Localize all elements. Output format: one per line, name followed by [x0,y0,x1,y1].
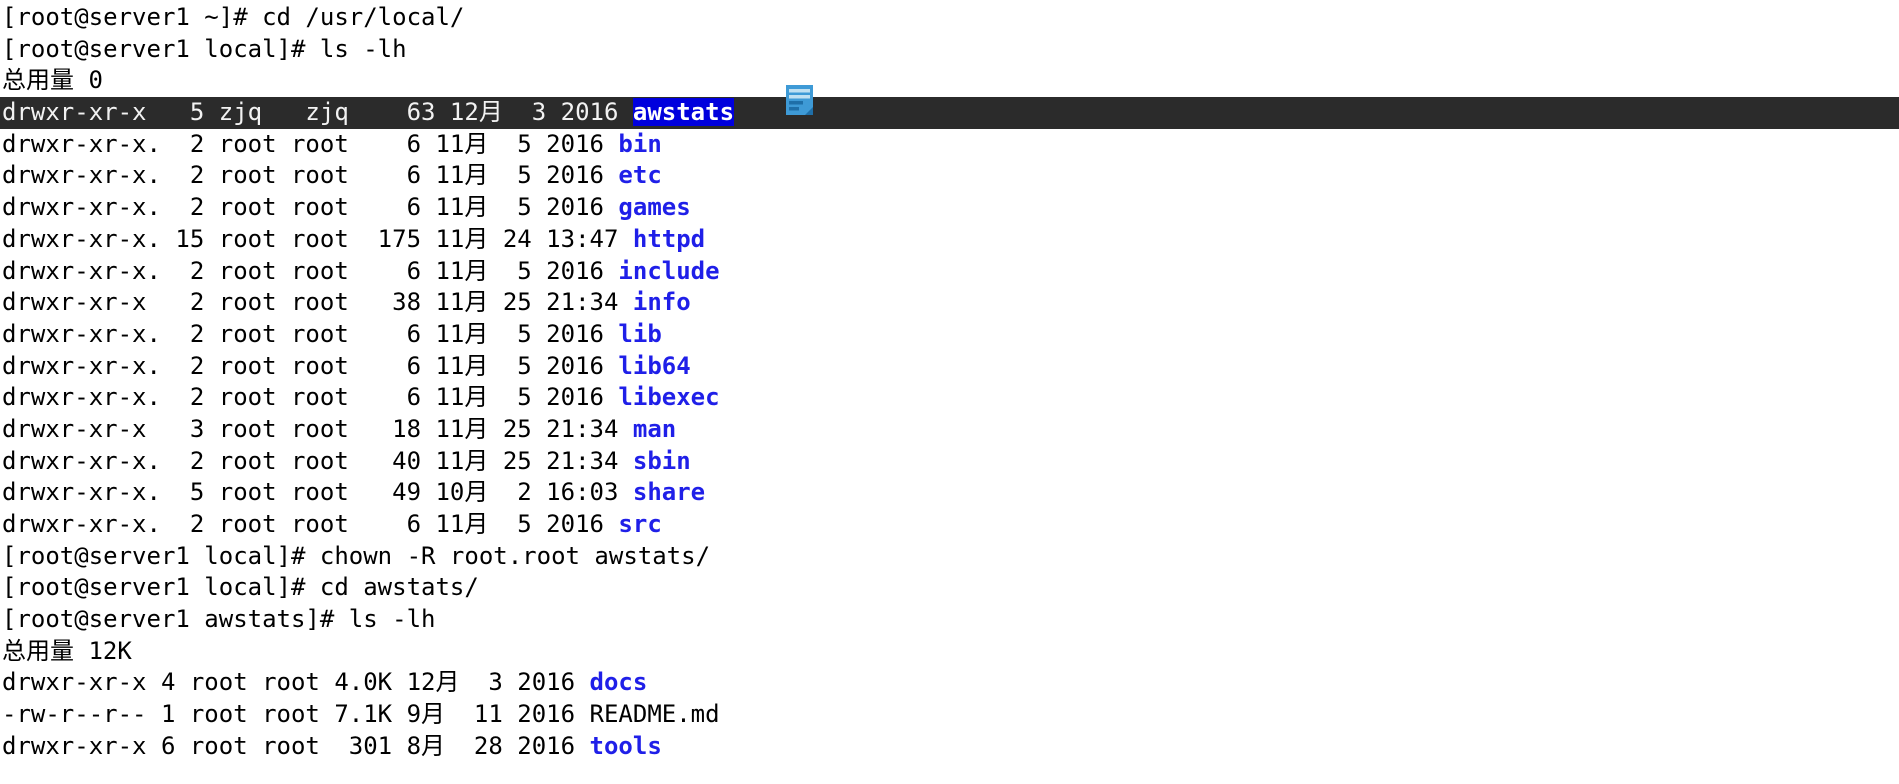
file-listing-row[interactable]: drwxr-xr-x. 2 root root 6 11月 5 2016 lib… [0,351,1899,383]
terminal-prompt-line: [root@server1 awstats]# ls -lh [0,604,1899,636]
file-listing-row[interactable]: drwxr-xr-x. 2 root root 6 11月 5 2016 inc… [0,256,1899,288]
file-name[interactable]: include [618,257,719,285]
file-metadata: drwxr-xr-x 5 zjq zjq 63 12月 3 2016 [2,98,633,127]
file-name[interactable]: games [618,193,690,221]
file-listing-row[interactable]: drwxr-xr-x 6 root root 301 8月 28 2016 to… [0,731,1899,763]
prompt-text: [root@server1 awstats]# ls -lh [2,605,436,634]
file-name[interactable]: share [633,478,705,506]
file-name[interactable]: bin [618,130,661,158]
file-metadata: drwxr-xr-x. 2 root root 6 11月 5 2016 [2,256,619,285]
file-name[interactable]: README.md [590,700,720,728]
file-metadata: drwxr-xr-x. 2 root root 6 11月 5 2016 [2,161,619,190]
file-listing-row[interactable]: drwxr-xr-x 4 root root 4.0K 12月 3 2016 d… [0,667,1899,699]
file-listing-row-selected[interactable]: drwxr-xr-x 5 zjq zjq 63 12月 3 2016 awsta… [0,97,1899,129]
prompt-text: [root@server1 local]# chown -R root.root… [2,541,711,570]
prompt-text: [root@server1 local]# ls -lh [2,34,407,63]
terminal-prompt-line: [root@server1 local]# ls -lh [0,34,1899,66]
file-listing-row[interactable]: drwxr-xr-x 2 root root 38 11月 25 21:34 i… [0,287,1899,319]
terminal-prompt-line: [root@server1 local]# cd awstats/ [0,572,1899,604]
file-name[interactable]: info [633,288,691,316]
file-name[interactable]: src [618,510,661,538]
file-name[interactable]: docs [590,668,648,696]
output-text: 总用量 12K [2,636,132,665]
file-listing-row[interactable]: drwxr-xr-x. 2 root root 6 11月 5 2016 src [0,509,1899,541]
file-metadata: drwxr-xr-x. 2 root root 6 11月 5 2016 [2,319,619,348]
file-metadata: -rw-r--r-- 1 root root 7.1K 9月 11 2016 [2,700,590,729]
file-metadata: drwxr-xr-x 6 root root 301 8月 28 2016 [2,731,590,760]
file-name[interactable]: tools [590,732,662,760]
file-listing-row[interactable]: drwxr-xr-x. 2 root root 6 11月 5 2016 bin [0,129,1899,161]
file-metadata: drwxr-xr-x. 2 root root 6 11月 5 2016 [2,129,619,158]
file-name[interactable]: man [633,415,676,443]
terminal-screen[interactable]: [root@server1 ~]# cd /usr/local/ [root@se… [0,0,1899,784]
file-metadata: drwxr-xr-x 4 root root 4.0K 12月 3 2016 [2,668,590,697]
file-listing-row[interactable]: drwxr-xr-x. 2 root root 6 11月 5 2016 etc [0,160,1899,192]
file-metadata: drwxr-xr-x. 2 root root 6 11月 5 2016 [2,193,619,222]
prompt-text: [root@server1 local]# cd awstats/ [2,573,479,602]
file-metadata: drwxr-xr-x. 2 root root 40 11月 25 21:34 [2,446,633,475]
file-name[interactable]: httpd [633,225,705,253]
file-name[interactable]: lib64 [618,352,690,380]
file-metadata: drwxr-xr-x. 2 root root 6 11月 5 2016 [2,383,619,412]
file-metadata: drwxr-xr-x. 2 root root 6 11月 5 2016 [2,351,619,380]
file-name[interactable]: lib [618,320,661,348]
file-listing-row[interactable]: drwxr-xr-x. 2 root root 6 11月 5 2016 lib [0,319,1899,351]
file-name-highlighted[interactable]: awstats [632,98,735,127]
file-metadata: drwxr-xr-x 2 root root 38 11月 25 21:34 [2,288,633,317]
file-listing-row[interactable]: drwxr-xr-x. 15 root root 175 11月 24 13:4… [0,224,1899,256]
terminal-output-line: 总用量 0 [0,65,1899,97]
file-listing-row[interactable]: -rw-r--r-- 1 root root 7.1K 9月 11 2016 R… [0,699,1899,731]
output-text: 总用量 0 [2,66,103,95]
terminal-prompt-line: [root@server1 local]# chown -R root.root… [0,541,1899,573]
file-name[interactable]: libexec [618,383,719,411]
terminal-output-line: 总用量 12K [0,636,1899,668]
file-listing-row[interactable]: drwxr-xr-x. 2 root root 6 11月 5 2016 gam… [0,192,1899,224]
file-metadata: drwxr-xr-x 3 root root 18 11月 25 21:34 [2,414,633,443]
file-metadata: drwxr-xr-x. 15 root root 175 11月 24 13:4… [2,224,633,253]
file-metadata: drwxr-xr-x. 2 root root 6 11月 5 2016 [2,510,619,538]
file-listing-row[interactable]: drwxr-xr-x 3 root root 18 11月 25 21:34 m… [0,414,1899,446]
file-listing-row[interactable]: drwxr-xr-x. 2 root root 6 11月 5 2016 lib… [0,382,1899,414]
file-metadata: drwxr-xr-x. 5 root root 49 10月 2 16:03 [2,478,633,507]
file-name[interactable]: sbin [633,447,691,475]
prompt-text: [root@server1 ~]# cd /usr/local/ [2,3,465,31]
file-listing-row[interactable]: drwxr-xr-x. 5 root root 49 10月 2 16:03 s… [0,477,1899,509]
terminal-prompt-line: [root@server1 ~]# cd /usr/local/ [0,2,1899,34]
terminal-output: [root@server1 ~]# cd /usr/local/ [root@se… [0,2,1899,763]
file-name[interactable]: etc [618,161,661,189]
file-listing-row[interactable]: drwxr-xr-x. 2 root root 40 11月 25 21:34 … [0,446,1899,478]
